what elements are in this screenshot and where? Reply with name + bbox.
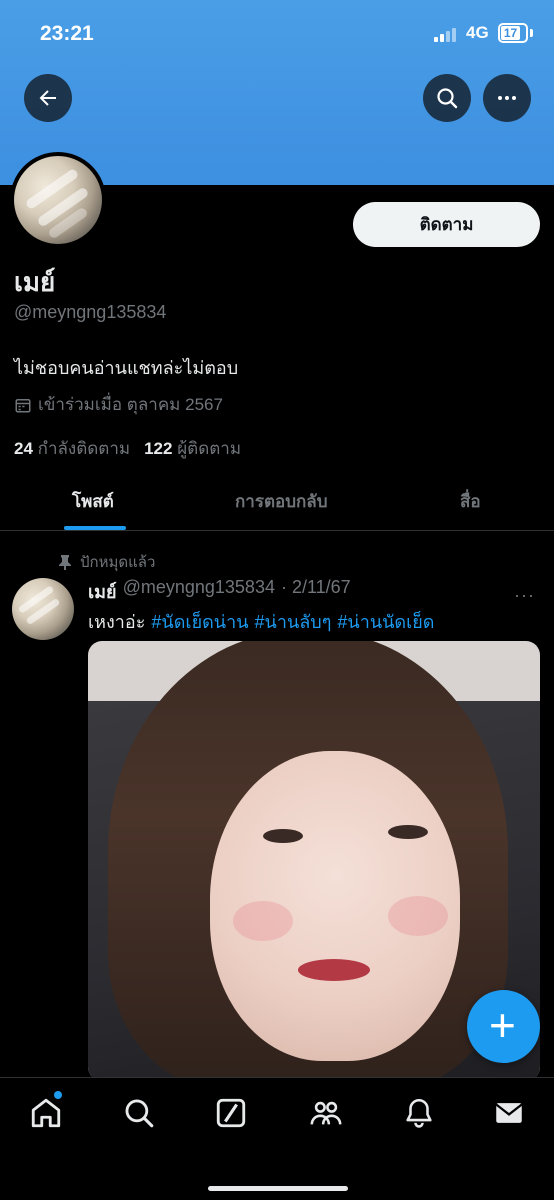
post-more-button[interactable]: ··· xyxy=(514,585,535,606)
profile-bio: ไม่ชอบคนอ่านแชทล่ะไม่ตอบ xyxy=(14,358,239,378)
tab-replies[interactable]: การตอบกลับ xyxy=(235,488,328,515)
image-eye xyxy=(388,825,428,839)
home-notification-dot xyxy=(54,1091,62,1099)
bottom-navigation xyxy=(0,1077,554,1200)
search-button[interactable] xyxy=(423,74,471,122)
status-bar: 23:21 4G 17 xyxy=(0,0,554,68)
post-date[interactable]: · 2/11/67 xyxy=(281,577,351,606)
calendar-icon xyxy=(15,398,31,412)
image-lips xyxy=(298,959,370,981)
image-eye xyxy=(263,829,303,843)
post-text: เหงาอ่ะ #นัดเย็ดน่าน #น่านลับๆ #น่านนัดเ… xyxy=(88,607,435,636)
hashtag-link[interactable]: #น่านนัดเย็ด xyxy=(337,607,434,636)
profile-handle: @meyngng135834 xyxy=(14,302,167,322)
search-icon xyxy=(437,88,458,109)
display-name: เมย์ xyxy=(14,267,56,297)
more-options-button[interactable] xyxy=(483,74,531,122)
status-time: 23:21 xyxy=(40,22,94,45)
tab-media[interactable]: สื่อ xyxy=(460,488,481,515)
followers-count: 122 xyxy=(144,439,173,458)
post-header: เมย์ @meyngng135834 · 2/11/67 xyxy=(88,577,351,606)
arrow-left-icon xyxy=(39,90,56,106)
following-link[interactable]: 24 กำลังติดตาม xyxy=(14,435,130,462)
pin-icon xyxy=(59,555,71,570)
battery-tip xyxy=(530,29,533,37)
pinned-label: ปักหมุดแล้ว xyxy=(80,554,156,571)
communities-icon[interactable] xyxy=(309,1096,343,1130)
followers-label: ผู้ติดตาม xyxy=(177,439,242,458)
post-author-avatar[interactable] xyxy=(12,578,74,640)
notifications-icon[interactable] xyxy=(402,1096,436,1130)
more-horizontal-icon xyxy=(498,96,516,100)
tabs-divider xyxy=(0,530,554,531)
following-label: กำลังติดตาม xyxy=(37,439,131,458)
tab-posts[interactable]: โพสต์ xyxy=(72,488,114,515)
messages-icon[interactable] xyxy=(492,1096,526,1130)
joined-text: เข้าร่วมเมื่อ ตุลาคม 2567 xyxy=(38,395,223,414)
follow-stats: 24 กำลังติดตาม 122 ผู้ติดตาม xyxy=(14,435,241,462)
signal-icon xyxy=(434,26,460,42)
battery-icon: 17 xyxy=(498,23,528,43)
home-icon[interactable] xyxy=(29,1096,63,1130)
following-count: 24 xyxy=(14,439,33,458)
search-icon[interactable] xyxy=(122,1096,156,1130)
hashtag-link[interactable]: #นัดเย็ดน่าน xyxy=(151,607,248,636)
network-type: 4G xyxy=(466,23,489,42)
followers-link[interactable]: 122 ผู้ติดตาม xyxy=(144,435,241,462)
grok-icon[interactable] xyxy=(214,1096,248,1130)
compose-button[interactable]: + xyxy=(467,990,540,1063)
post-text-body: เหงาอ่ะ xyxy=(88,612,146,632)
joined-date: เข้าร่วมเมื่อ ตุลาคม 2567 xyxy=(14,391,223,418)
back-button[interactable] xyxy=(24,74,72,122)
home-indicator xyxy=(208,1186,348,1191)
hashtag-link[interactable]: #น่านลับๆ xyxy=(255,607,332,636)
post-author-handle[interactable]: @meyngng135834 xyxy=(123,577,275,606)
plus-icon: + xyxy=(489,999,516,1051)
post-author-name[interactable]: เมย์ xyxy=(88,577,117,606)
image-cheek xyxy=(388,896,448,936)
pinned-indicator: ปักหมุดแล้ว xyxy=(58,550,155,574)
image-cheek xyxy=(233,901,293,941)
battery-level: 17 xyxy=(501,26,520,40)
profile-avatar[interactable] xyxy=(10,152,106,248)
follow-button[interactable]: ติดตาม xyxy=(353,202,540,247)
